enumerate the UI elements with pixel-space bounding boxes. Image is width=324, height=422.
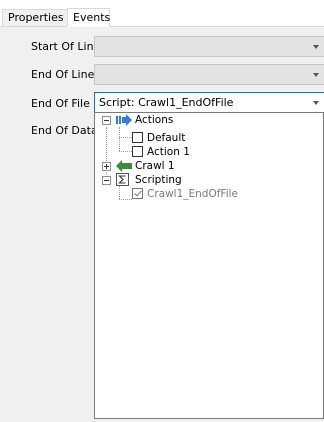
tree-label-scripting: Scripting bbox=[135, 174, 182, 186]
chevron-down-icon bbox=[313, 101, 319, 105]
collapse-icon[interactable] bbox=[102, 116, 111, 125]
tree-node-scripting[interactable]: Scripting bbox=[95, 173, 295, 187]
arrow-left-green-icon bbox=[116, 160, 132, 172]
arrow-right-blue-icon bbox=[116, 114, 132, 126]
end-of-line-combo[interactable] bbox=[94, 64, 324, 85]
end-of-line-label: End Of Line bbox=[31, 68, 95, 81]
end-of-file-value: Script: Crawl1_EndOfFile bbox=[99, 96, 234, 109]
end-of-data-label: End Of Data bbox=[31, 124, 98, 137]
tree-label-default: Default bbox=[147, 132, 186, 144]
tree-label-action-1: Action 1 bbox=[147, 146, 190, 158]
start-of-line-label: Start Of Line bbox=[31, 40, 101, 53]
collapse-icon[interactable] bbox=[102, 176, 111, 185]
tree-node-crawl1-endoffile[interactable]: Crawl1_EndOfFile bbox=[95, 187, 295, 201]
action-1-checkbox[interactable] bbox=[132, 146, 143, 157]
end-of-file-combo[interactable]: Script: Crawl1_EndOfFile bbox=[94, 92, 324, 113]
expand-icon[interactable] bbox=[102, 162, 111, 171]
crawl1-endoffile-checkbox[interactable] bbox=[132, 188, 143, 199]
chevron-down-icon bbox=[313, 73, 319, 77]
tab-properties[interactable]: Properties bbox=[2, 9, 70, 26]
end-of-file-dropdown-list[interactable]: Actions Default Action 1 Crawl 1 Scripti… bbox=[94, 112, 324, 419]
tree-node-action-1[interactable]: Action 1 bbox=[95, 145, 295, 159]
tree-node-crawl-1[interactable]: Crawl 1 bbox=[95, 159, 295, 173]
end-of-file-label: End Of File bbox=[31, 97, 90, 110]
sigma-script-icon bbox=[116, 173, 129, 186]
start-of-line-combo[interactable] bbox=[94, 36, 324, 57]
tree-label-actions: Actions bbox=[135, 114, 174, 126]
tree-label-crawl-1: Crawl 1 bbox=[135, 160, 175, 172]
tree-label-crawl1-endoffile: Crawl1_EndOfFile bbox=[147, 188, 239, 200]
tab-strip: Properties Events bbox=[0, 0, 324, 27]
script-tree: Actions Default Action 1 Crawl 1 Scripti… bbox=[95, 113, 323, 418]
tree-node-actions[interactable]: Actions bbox=[95, 113, 295, 127]
tab-events[interactable]: Events bbox=[67, 8, 110, 27]
tree-node-default[interactable]: Default bbox=[95, 131, 295, 145]
default-checkbox[interactable] bbox=[132, 132, 143, 143]
chevron-down-icon bbox=[313, 45, 319, 49]
